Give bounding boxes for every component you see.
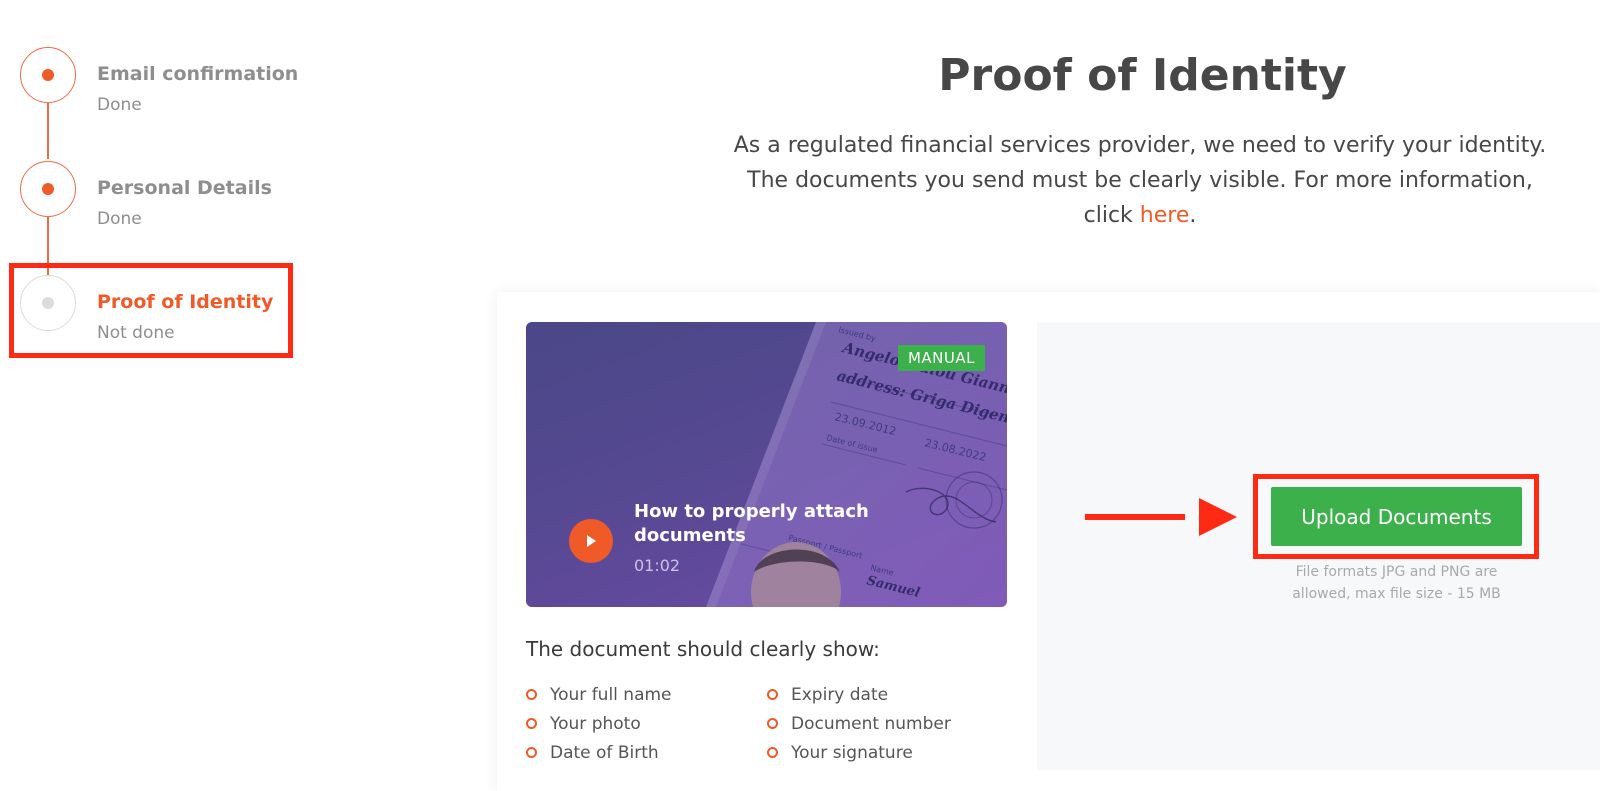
list-item: Your photo: [526, 713, 672, 742]
upload-file-note: File formats JPG and PNG are allowed, ma…: [1292, 564, 1501, 602]
step-done-indicator: [20, 161, 76, 217]
step-personal-details[interactable]: Personal Details Done: [20, 161, 320, 231]
step-status: Done: [97, 95, 142, 115]
bullet-icon: [526, 689, 537, 700]
requirements-list-right: Expiry date Document number Your signatu…: [767, 684, 951, 771]
step-done-indicator: [20, 47, 76, 103]
play-icon: [587, 535, 596, 547]
manual-badge: MANUAL: [897, 345, 985, 371]
bullet-icon: [767, 689, 778, 700]
bullet-icon: [767, 747, 778, 758]
play-button[interactable]: [569, 519, 613, 563]
step-status: Done: [97, 209, 142, 229]
bullet-icon: [526, 747, 537, 758]
description-line: As a regulated financial services provid…: [733, 133, 1547, 158]
description-end: .: [1189, 203, 1197, 228]
more-info-link[interactable]: here: [1140, 203, 1190, 228]
list-item: Your full name: [526, 684, 672, 713]
video-title: How to properly attach documents: [634, 501, 869, 546]
step-dot-icon: [42, 183, 54, 195]
upload-documents-button[interactable]: Upload Documents: [1271, 487, 1522, 546]
list-item: Document number: [767, 713, 951, 742]
requirements-list-left: Your full name Your photo Date of Birth: [526, 684, 672, 771]
requirements-heading: The document should clearly show:: [526, 637, 880, 661]
description-line: The documents you send must be clearly v…: [747, 168, 1533, 193]
progress-stepper: Email confirmation Done Personal Details…: [0, 0, 330, 380]
bullet-icon: [526, 718, 537, 729]
step-dot-icon: [42, 69, 54, 81]
tutorial-video-card[interactable]: Angelopoulou Gianna address: Griga Digen…: [526, 322, 1007, 607]
step-title: Email confirmation: [97, 63, 299, 85]
step-email-confirmation[interactable]: Email confirmation Done: [20, 47, 320, 117]
description-click-text: click: [1083, 203, 1133, 228]
description-line: click here.: [690, 198, 1590, 233]
list-item: Your signature: [767, 742, 951, 771]
video-duration: 01:02: [634, 556, 681, 575]
bullet-icon: [767, 718, 778, 729]
annotation-arrow-head: [1199, 498, 1237, 536]
page-description: As a regulated financial services provid…: [690, 128, 1590, 233]
active-step-highlight: [9, 263, 293, 358]
page-title: Proof of Identity: [938, 50, 1347, 101]
list-item: Expiry date: [767, 684, 951, 713]
annotation-arrow: [1085, 514, 1185, 520]
list-item: Date of Birth: [526, 742, 672, 771]
step-title: Personal Details: [97, 177, 272, 199]
